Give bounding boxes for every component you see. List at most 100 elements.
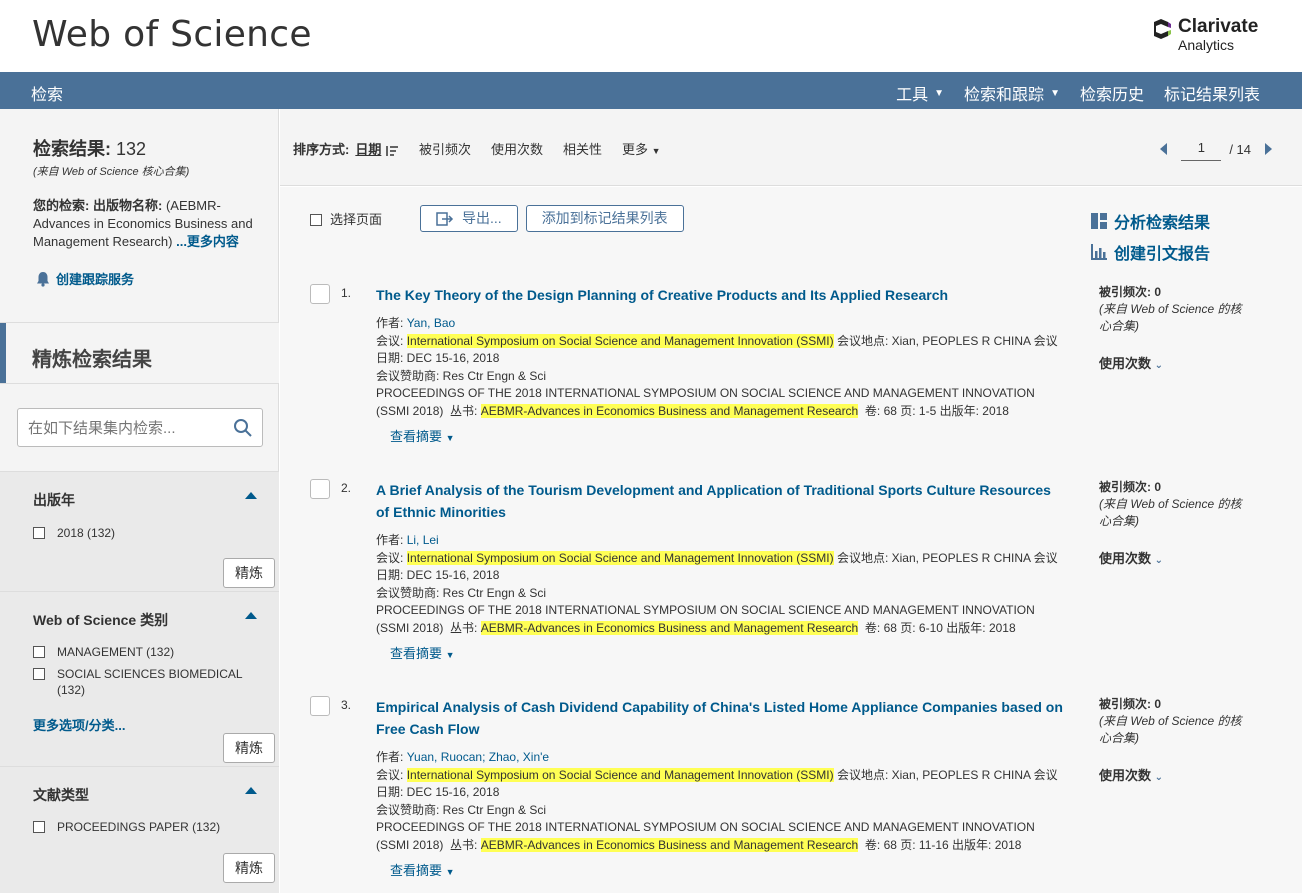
- record-metrics: 被引频次: 0 (来自 Web of Science 的核心合集) 使用次数 ⌄: [1099, 284, 1249, 374]
- nav-tools[interactable]: 工具 ▼: [896, 81, 944, 105]
- record-sponsor: 会议赞助商: Res Ctr Engn & Sci: [376, 368, 547, 383]
- times-cited-source: (来自 Web of Science 的核心合集): [1099, 714, 1242, 745]
- caret-down-icon: ▼: [445, 433, 455, 443]
- nav-marked-list[interactable]: 标记结果列表: [1164, 81, 1260, 105]
- page-number-input[interactable]: 1: [1181, 137, 1222, 161]
- record-checkbox[interactable]: [310, 284, 330, 304]
- checkbox[interactable]: [33, 668, 45, 680]
- author-link[interactable]: Yuan, Ruocan; Zhao, Xin'e: [407, 750, 549, 764]
- chevron-down-icon: ⌄: [1154, 772, 1164, 783]
- refine-search-input[interactable]: [28, 417, 228, 439]
- times-cited: 被引频次: 0: [1099, 285, 1162, 299]
- export-button[interactable]: 导出...: [420, 205, 518, 232]
- record-checkbox[interactable]: [310, 479, 330, 499]
- refine-title: 精炼检索结果: [32, 349, 152, 371]
- sort-bar: 排序方式: 日期 被引频次 使用次数 相关性 更多 ▼ 1 / 14: [280, 109, 1302, 186]
- refine-search-box: [17, 408, 263, 447]
- refine-button[interactable]: 精炼: [223, 853, 275, 883]
- chevron-down-icon: ⌄: [1154, 360, 1164, 371]
- create-alert-label: 创建跟踪服务: [56, 272, 135, 287]
- analyze-results-link[interactable]: 分析检索结果: [1090, 209, 1210, 233]
- sort-date[interactable]: 日期: [355, 139, 399, 158]
- sort-more[interactable]: 更多 ▼: [622, 139, 661, 158]
- sort-relevance[interactable]: 相关性: [563, 139, 602, 158]
- checkbox[interactable]: [33, 646, 45, 658]
- citation-report-link[interactable]: 创建引文报告: [1090, 240, 1210, 264]
- more-content-link[interactable]: ...更多内容: [176, 234, 239, 249]
- facet-option[interactable]: PROCEEDINGS PAPER (132): [33, 819, 253, 835]
- select-page[interactable]: 选择页面: [310, 209, 382, 228]
- facet-wos-category: Web of Science 类别 MANAGEMENT (132) SOCIA…: [0, 591, 279, 766]
- refine-header: 精炼检索结果: [0, 322, 279, 384]
- nav-tools-label: 工具: [896, 87, 929, 104]
- sort-options: 排序方式: 日期 被引频次 使用次数 相关性 更多 ▼: [293, 139, 661, 158]
- chevron-down-icon: ⌄: [1154, 555, 1164, 566]
- author-link[interactable]: Yan, Bao: [407, 316, 455, 330]
- facet-document-type: 文献类型 PROCEEDINGS PAPER (132) 精炼: [0, 766, 279, 893]
- facet-option[interactable]: MANAGEMENT (132): [33, 644, 253, 660]
- record-title-link[interactable]: The Key Theory of the Design Planning of…: [376, 284, 1066, 306]
- times-cited-source: (来自 Web of Science 的核心合集): [1099, 497, 1242, 528]
- main-nav: 检索 工具 ▼ 检索和跟踪 ▼ 检索历史 标记结果列表: [0, 72, 1302, 109]
- nav-search-history[interactable]: 检索历史: [1080, 81, 1144, 105]
- refine-button[interactable]: 精炼: [223, 733, 275, 763]
- your-search: 您的检索: 出版物名称: (AEBMR-Advances in Economic…: [33, 198, 253, 249]
- caret-down-icon: ▼: [934, 87, 945, 99]
- view-abstract-link[interactable]: 查看摘要 ▼: [390, 860, 1066, 879]
- facet-option[interactable]: 2018 (132): [33, 525, 253, 541]
- record-conference: 会议: International Symposium on Social Sc…: [376, 550, 1058, 582]
- collapse-arrow-icon[interactable]: [245, 492, 257, 499]
- results-source: (来自 Web of Science 核心合集): [33, 166, 190, 178]
- record-metrics: 被引频次: 0 (来自 Web of Science 的核心合集) 使用次数 ⌄: [1099, 479, 1249, 569]
- facet-option[interactable]: SOCIAL SCIENCES BIOMEDICAL (132): [33, 666, 253, 698]
- facet-year-title: 出版年: [33, 492, 75, 508]
- sort-times-cited[interactable]: 被引频次: [419, 139, 471, 158]
- collapse-arrow-icon[interactable]: [245, 612, 257, 619]
- record-title-link[interactable]: A Brief Analysis of the Tourism Developm…: [376, 479, 1066, 523]
- author-link[interactable]: Li, Lei: [407, 533, 439, 547]
- checkbox[interactable]: [33, 527, 45, 539]
- usage-count-toggle[interactable]: 使用次数 ⌄: [1099, 550, 1249, 569]
- brand-title[interactable]: Web of Science: [32, 14, 312, 55]
- nav-right: 工具 ▼ 检索和跟踪 ▼ 检索历史 标记结果列表: [896, 81, 1260, 105]
- record-proceedings: PROCEEDINGS OF THE 2018 INTERNATIONAL SY…: [376, 386, 1035, 418]
- more-options-link[interactable]: 更多选项/分类...: [33, 715, 125, 734]
- record-number: 3.: [341, 698, 352, 712]
- add-to-marked-list-button[interactable]: 添加到标记结果列表: [525, 205, 684, 232]
- logo-sub: Analytics: [1178, 37, 1235, 53]
- view-abstract-link[interactable]: 查看摘要 ▼: [390, 426, 1066, 445]
- refine-accent-bar: [0, 323, 6, 383]
- collapse-arrow-icon[interactable]: [245, 787, 257, 794]
- nav-search-alerts-label: 检索和跟踪: [964, 87, 1045, 104]
- usage-count-toggle[interactable]: 使用次数 ⌄: [1099, 355, 1249, 374]
- nav-search-alerts[interactable]: 检索和跟踪 ▼: [964, 81, 1060, 105]
- results-summary: 检索结果: 132 (来自 Web of Science 核心合集) 您的检索:…: [33, 135, 263, 251]
- sort-desc-icon: [386, 145, 398, 156]
- record-metrics: 被引频次: 0 (来自 Web of Science 的核心合集) 使用次数 ⌄: [1099, 696, 1249, 786]
- create-alert-link[interactable]: 创建跟踪服务: [36, 269, 134, 288]
- record-number: 2.: [341, 481, 352, 495]
- clarivate-logo[interactable]: Clarivate Analytics: [1150, 16, 1270, 56]
- sort-usage[interactable]: 使用次数: [491, 139, 543, 158]
- record-conference: 会议: International Symposium on Social Sc…: [376, 333, 1058, 365]
- usage-count-toggle[interactable]: 使用次数 ⌄: [1099, 767, 1249, 786]
- search-icon[interactable]: [233, 418, 253, 438]
- view-abstract-link[interactable]: 查看摘要 ▼: [390, 643, 1066, 662]
- prev-page-icon[interactable]: [1160, 143, 1168, 155]
- facet-doctype-title: 文献类型: [33, 787, 89, 803]
- record-title-link[interactable]: Empirical Analysis of Cash Dividend Capa…: [376, 696, 1066, 740]
- record-body: Empirical Analysis of Cash Dividend Capa…: [376, 696, 1066, 879]
- record-proceedings: PROCEEDINGS OF THE 2018 INTERNATIONAL SY…: [376, 820, 1035, 852]
- nav-search[interactable]: 检索: [31, 81, 63, 105]
- record-sponsor: 会议赞助商: Res Ctr Engn & Sci: [376, 585, 547, 600]
- pagination: 1 / 14: [1160, 137, 1272, 161]
- refine-button[interactable]: 精炼: [223, 558, 275, 588]
- checkbox[interactable]: [33, 821, 45, 833]
- record-authors: 作者: Yuan, Ruocan; Zhao, Xin'e: [376, 750, 550, 764]
- record-checkbox[interactable]: [310, 696, 330, 716]
- record-authors: 作者: Yan, Bao: [376, 316, 456, 330]
- caret-down-icon: ▼: [651, 146, 661, 156]
- next-page-icon[interactable]: [1265, 143, 1272, 155]
- select-page-checkbox[interactable]: [310, 213, 322, 226]
- caret-down-icon: ▼: [445, 867, 455, 877]
